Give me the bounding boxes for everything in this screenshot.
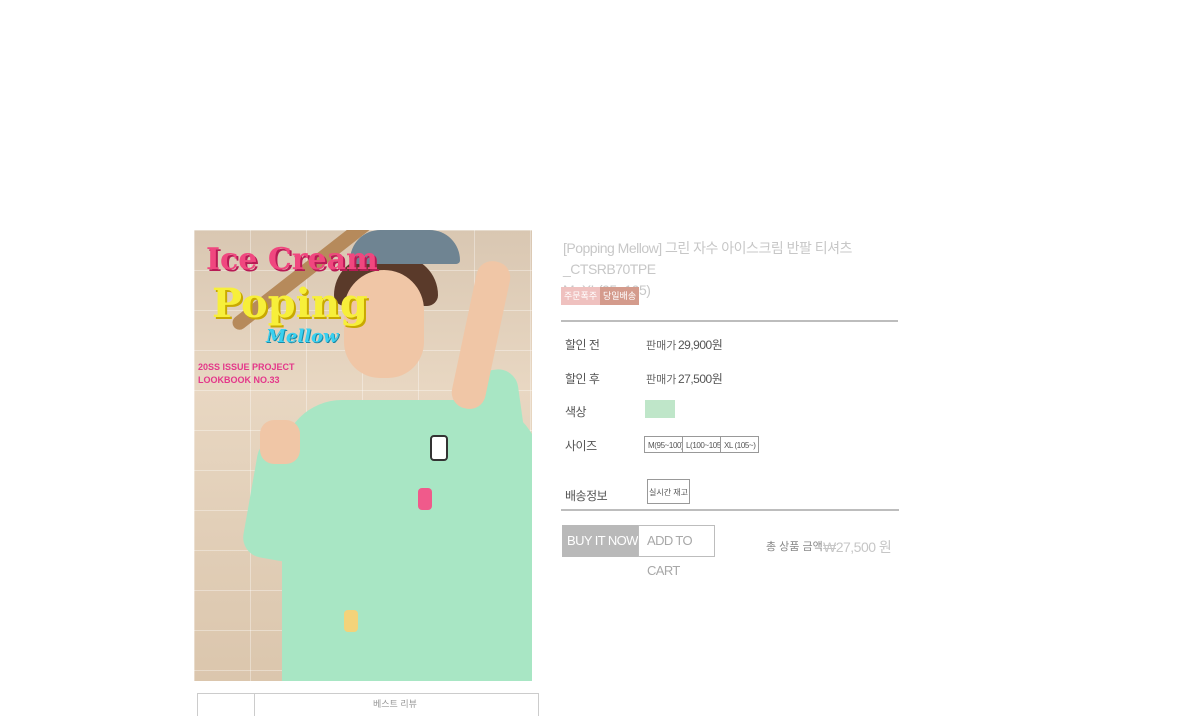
cover-title-poping: Poping [212, 280, 368, 327]
cover-lookbook-text: LOOKBOOK NO.33 [198, 375, 280, 385]
before-sale-price-label: 판매가 [646, 340, 677, 352]
after-discount-price: 27,500원 [678, 372, 723, 386]
badge-same-day-delivery: 당일배송 [600, 287, 640, 305]
product-main-image[interactable]: Ice Cream Poping Mellow 20SS ISSUE PROJE… [194, 230, 532, 681]
popsicle-patch [430, 435, 448, 461]
mint-tshirt [282, 400, 532, 681]
before-discount-label: 할인 전 [565, 338, 600, 352]
total-amount-value: ₩27,500 원 [823, 539, 892, 555]
before-discount-price: 29,900원 [678, 338, 723, 352]
cone-patch [344, 610, 358, 632]
icecream-patch [418, 488, 432, 510]
divider-bottom [561, 509, 899, 511]
total-amount-label: 총 상품 금액 [766, 541, 823, 553]
badge-hot-order: 주문폭주 [561, 287, 601, 305]
color-label: 색상 [565, 405, 587, 419]
after-discount-label: 할인 후 [565, 372, 600, 386]
after-sale-price-label: 판매가 [646, 374, 677, 386]
realtime-stock-button[interactable]: 실시간 재고 [647, 479, 690, 504]
buy-it-now-button[interactable]: BUY IT NOW [562, 525, 638, 557]
shipping-info-label: 배송정보 [565, 489, 608, 503]
model-fist [260, 420, 300, 464]
cover-title-mellow: Mellow [266, 326, 339, 347]
size-label: 사이즈 [565, 439, 597, 453]
size-option-m[interactable]: M(95~100) [644, 436, 688, 453]
thumbnail-slot[interactable] [198, 694, 255, 716]
cover-title-ice-cream: Ice Cream [206, 242, 378, 277]
best-review-tab[interactable]: 베스트 리뷰 [373, 697, 417, 710]
image-tabs: 베스트 리뷰 [197, 693, 539, 716]
size-option-xl[interactable]: XL (105~) [720, 436, 760, 453]
add-to-cart-button[interactable]: ADD TO CART [638, 525, 715, 578]
divider-top [561, 320, 898, 322]
cover-project-text: 20SS ISSUE PROJECT [198, 362, 295, 372]
product-title-line1: [Popping Mellow] 그린 자수 아이스크림 반팔 티셔츠_CTSR… [563, 240, 852, 277]
color-swatch-mint[interactable] [645, 400, 675, 418]
